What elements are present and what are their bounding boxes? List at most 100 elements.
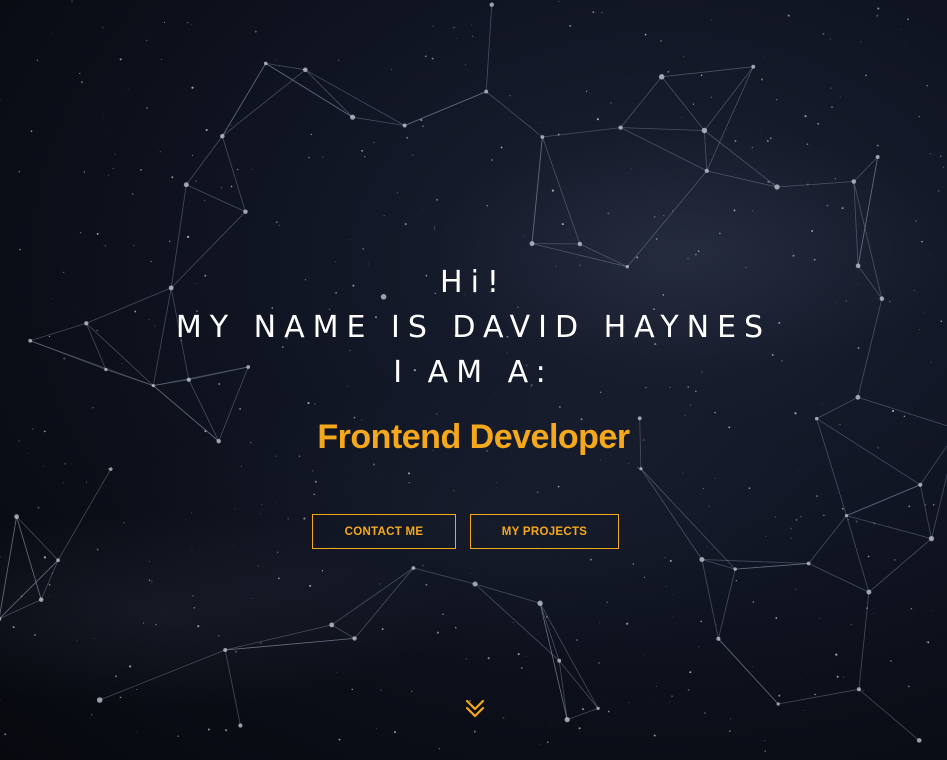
star-dot [797,470,799,471]
star-dot [104,244,107,247]
star-dot [197,625,200,628]
star-dot [4,733,7,736]
star-dot [486,204,489,207]
star-dot [30,130,33,133]
network-node [402,123,407,128]
star-dot [259,512,262,515]
star-dot [536,491,539,494]
star-dot [396,192,399,194]
star-dot [431,57,434,60]
star-dot [404,223,407,226]
star-dot [690,404,692,406]
star-dot [372,463,375,466]
star-dot [37,506,40,509]
star-dot [811,229,814,232]
star-dot [90,713,93,716]
network-link [626,170,708,267]
star-dot [453,490,455,492]
star-dot [112,167,114,169]
star-dot [834,178,836,180]
star-dot [914,219,918,222]
star-dot [903,415,906,418]
star-dot [133,244,135,247]
star-dot [850,624,852,626]
star-dot [692,103,695,105]
network-node [928,536,935,542]
star-dot [702,487,704,490]
network-link [620,76,663,128]
star-dot [277,551,279,553]
star-dot [442,613,444,616]
contact-me-button[interactable]: CONTACT ME [312,514,456,549]
star-dot [191,512,192,514]
star-dot [234,508,236,510]
star-dot [918,115,920,118]
star-dot [373,141,375,144]
star-dot [628,462,630,464]
scroll-down-button[interactable] [464,698,486,720]
star-dot [394,731,396,734]
star-dot [841,207,844,210]
star-dot [70,463,72,465]
star-dot [800,679,802,681]
star-dot [766,140,769,143]
star-dot [806,143,809,146]
star-dot [790,537,793,539]
star-dot [841,507,844,510]
double-chevron-down-icon [465,699,485,718]
network-link [0,599,42,619]
star-dot [734,140,737,142]
star-dot [729,718,732,720]
star-dot [630,167,632,169]
star-dot [36,59,39,62]
star-dot [239,408,241,410]
network-link [331,624,355,639]
star-dot [816,495,819,498]
star-dot [303,517,306,520]
star-dot [313,493,315,496]
star-dot [425,55,427,58]
network-link [404,91,487,126]
star-dot [929,254,931,255]
star-dot [819,617,820,619]
my-projects-button[interactable]: MY PROJECTS [470,514,619,549]
star-dot [19,248,21,251]
star-dot [687,688,690,691]
star-dot [655,682,657,683]
network-link [808,515,847,564]
star-dot [502,716,505,719]
star-dot [257,565,259,567]
star-dot [667,70,670,73]
star-dot [456,37,458,39]
network-link [413,567,476,585]
network-node [658,74,665,80]
star-dot [169,165,171,167]
star-dot [865,74,867,77]
star-dot [888,525,889,526]
star-dot [843,676,845,678]
star-dot [900,28,902,30]
star-dot [129,665,132,668]
star-dot [572,718,574,720]
star-dot [625,77,627,78]
star-dot [643,576,646,578]
star-dot [669,701,671,703]
star-dot [523,235,525,237]
star-dot [839,96,841,98]
star-dot [204,199,206,202]
greeting-text: Hi! [440,265,507,300]
star-dot [465,658,468,660]
star-dot [778,694,781,697]
star-dot [735,580,737,582]
star-dot [775,617,778,619]
star-dot [81,81,83,83]
star-dot [175,402,176,403]
network-node [223,647,228,653]
network-node [303,67,308,73]
star-dot [225,729,228,732]
network-link [221,63,267,137]
network-link [868,538,932,593]
star-dot [636,256,639,259]
network-node [472,581,478,587]
star-dot [599,622,600,624]
